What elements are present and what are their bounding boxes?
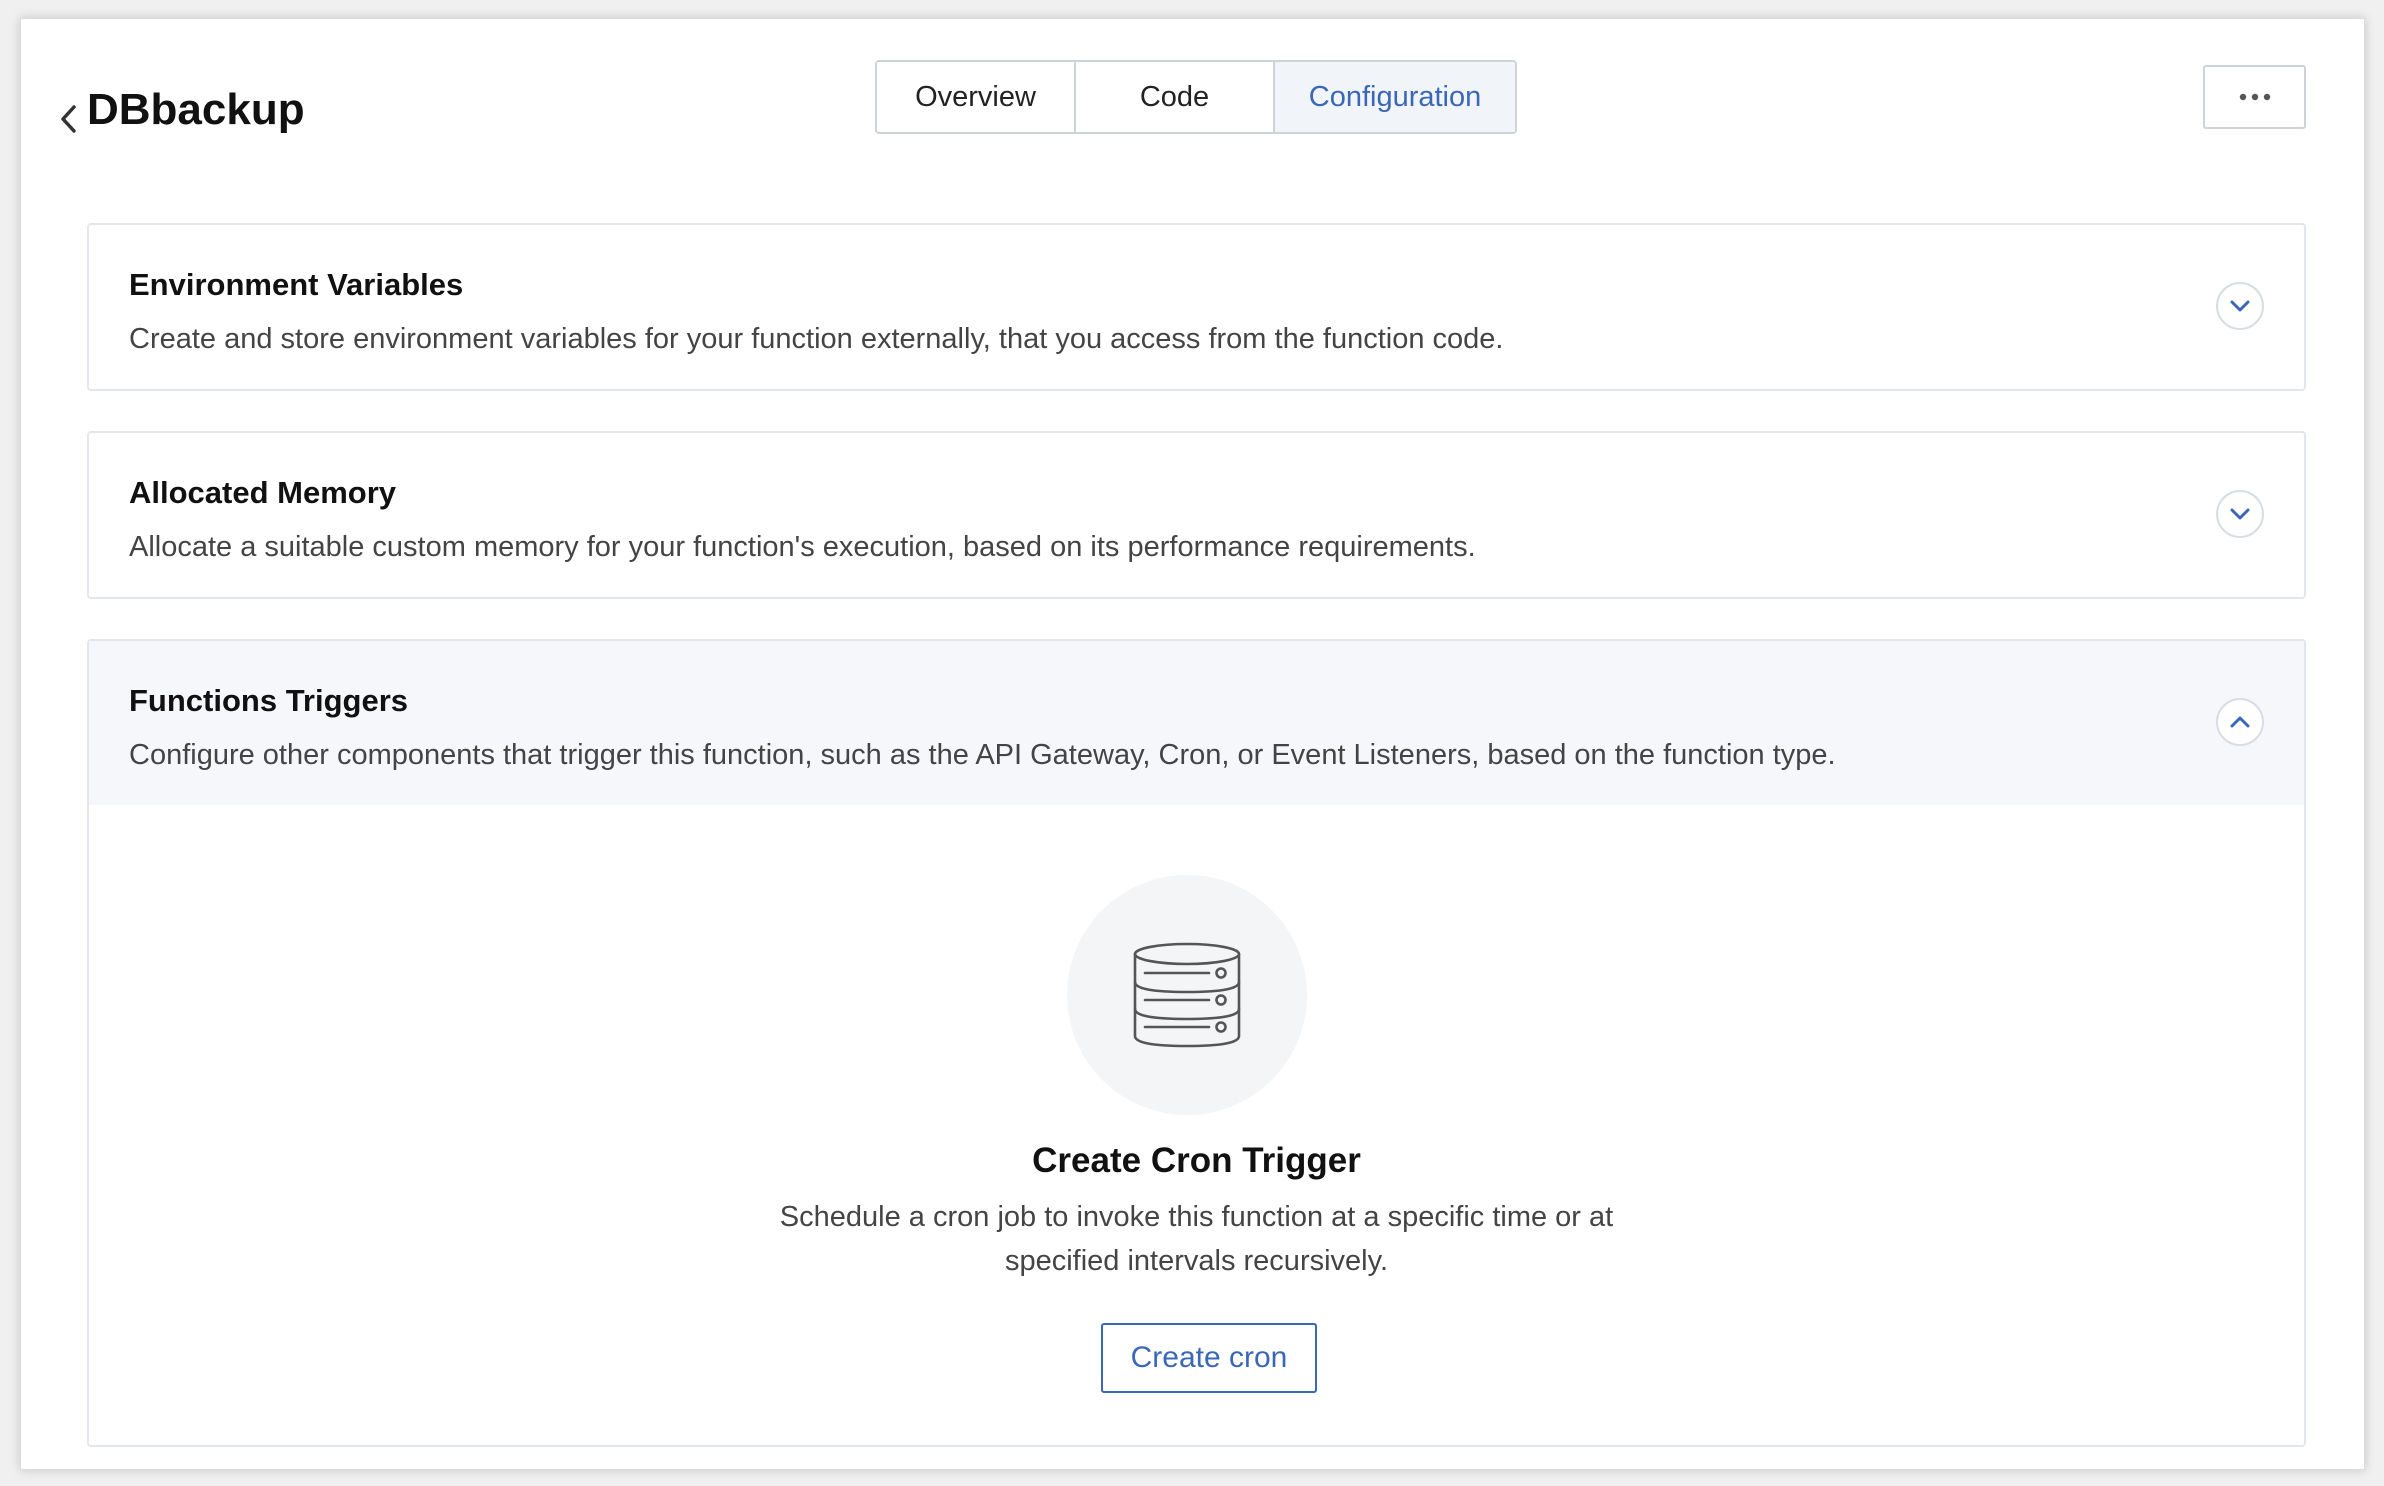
- empty-state-illustration: [1067, 875, 1307, 1115]
- collapse-toggle-button[interactable]: [2216, 698, 2264, 746]
- section-description: Create and store environment variables f…: [129, 323, 1504, 355]
- chevron-down-icon: [2230, 300, 2250, 312]
- tab-overview[interactable]: Overview: [877, 62, 1076, 132]
- empty-state-description-line: Schedule a cron job to invoke this funct…: [779, 1201, 1614, 1233]
- section-header[interactable]: Environment Variables Create and store e…: [89, 225, 2304, 389]
- section-title: Functions Triggers: [129, 683, 409, 718]
- section-description: Allocate a suitable custom memory for yo…: [129, 531, 1476, 563]
- tab-bar: Overview Code Configuration: [875, 60, 1517, 134]
- section-header[interactable]: Functions Triggers Configure other compo…: [89, 641, 2304, 805]
- section-functions-triggers: Functions Triggers Configure other compo…: [87, 639, 2306, 1447]
- section-title: Allocated Memory: [129, 475, 397, 510]
- empty-state-description: Schedule a cron job to invoke this funct…: [747, 1195, 1647, 1283]
- server-database-icon: [1133, 942, 1241, 1048]
- chevron-left-icon: [61, 105, 76, 133]
- chevron-up-icon: [2230, 716, 2250, 728]
- section-description: Configure other components that trigger …: [129, 739, 1836, 771]
- section-allocated-memory: Allocated Memory Allocate a suitable cus…: [87, 431, 2306, 599]
- triggers-empty-state: Create Cron Trigger Schedule a cron job …: [89, 805, 2304, 1445]
- expand-toggle-button[interactable]: [2216, 282, 2264, 330]
- tab-configuration[interactable]: Configuration: [1275, 62, 1515, 132]
- screenshot-frame: DBbackup Overview Code Configuration Env…: [0, 0, 2384, 1486]
- more-options-button[interactable]: [2203, 65, 2306, 129]
- chevron-down-icon: [2230, 508, 2250, 520]
- section-environment-variables: Environment Variables Create and store e…: [87, 223, 2306, 391]
- page-title: DBbackup: [87, 85, 305, 134]
- section-title: Environment Variables: [129, 267, 464, 302]
- create-cron-button[interactable]: Create cron: [1101, 1323, 1317, 1393]
- expand-toggle-button[interactable]: [2216, 490, 2264, 538]
- section-header[interactable]: Allocated Memory Allocate a suitable cus…: [89, 433, 2304, 597]
- empty-state-description-line: specified intervals recursively.: [1004, 1245, 1389, 1277]
- app-window: DBbackup Overview Code Configuration Env…: [20, 18, 2365, 1470]
- more-horizontal-icon: [2239, 93, 2270, 101]
- tab-code[interactable]: Code: [1076, 62, 1275, 132]
- empty-state-title: Create Cron Trigger: [1032, 1141, 1361, 1180]
- back-button[interactable]: [51, 97, 87, 141]
